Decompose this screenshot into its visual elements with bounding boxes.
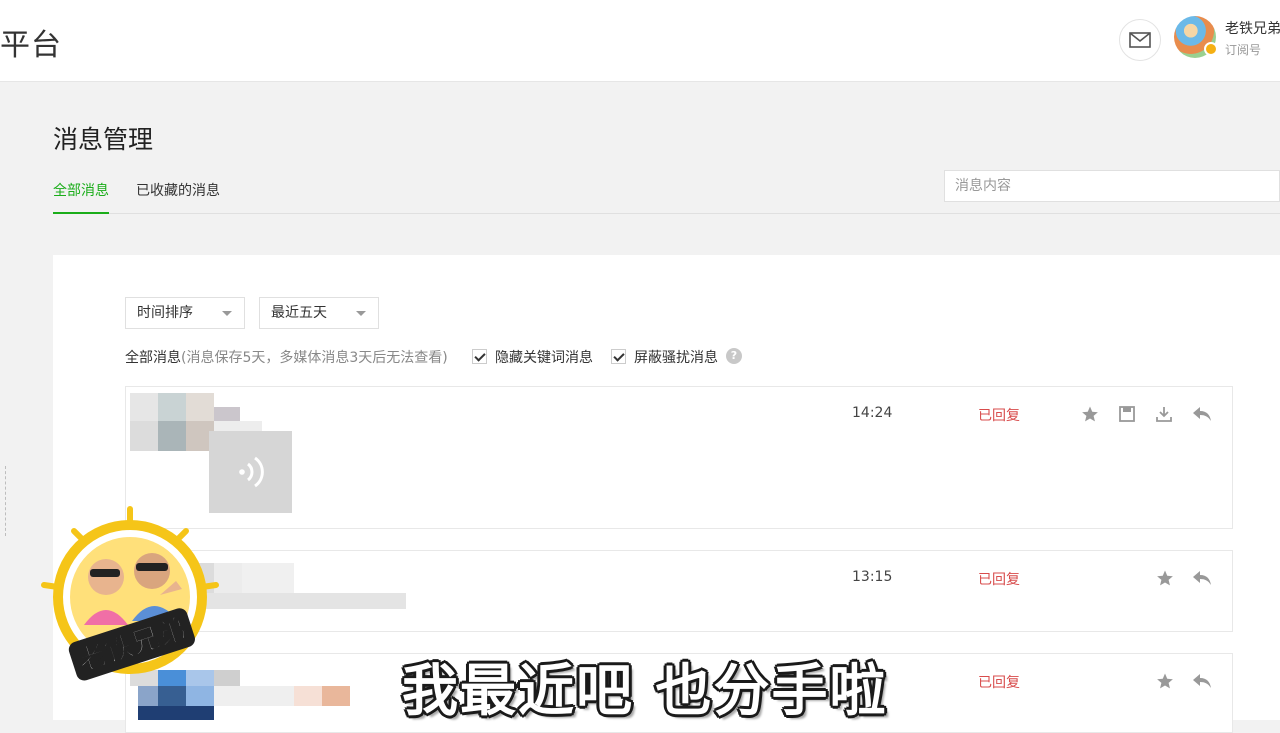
download-button[interactable] xyxy=(1154,404,1174,424)
retention-note: (消息保存5天，多媒体消息3天后无法查看) xyxy=(181,350,448,366)
reply-button[interactable] xyxy=(1192,404,1212,424)
message-search-input[interactable] xyxy=(944,170,1280,202)
reply-status: 已回复 xyxy=(978,408,1020,424)
hide-keyword-label[interactable]: 隐藏关键词消息 xyxy=(495,347,593,367)
reply-status: 已回复 xyxy=(978,675,1020,691)
reply-button[interactable] xyxy=(1192,568,1212,588)
message-time: 14:24 xyxy=(852,405,893,421)
help-icon[interactable]: ? xyxy=(726,348,742,364)
message-row: 14:24 已回复 xyxy=(125,386,1233,529)
account-type: 订阅号 xyxy=(1225,43,1262,57)
hide-keyword-checkbox[interactable] xyxy=(472,349,487,364)
chevron-down-icon xyxy=(222,311,232,316)
video-subtitle: 我最近吧 也分手啦 xyxy=(402,659,888,724)
date-range-select-value: 最近五天 xyxy=(271,305,327,321)
reply-status: 已回复 xyxy=(978,572,1020,588)
star-icon xyxy=(1157,570,1173,586)
date-range-select[interactable]: 最近五天 xyxy=(259,297,379,329)
left-edge-divider xyxy=(0,466,6,536)
message-time: 13:15 xyxy=(852,569,893,585)
block-spam-checkbox[interactable] xyxy=(611,349,626,364)
mail-button[interactable] xyxy=(1119,19,1161,61)
save-button[interactable] xyxy=(1117,404,1137,424)
chevron-down-icon xyxy=(356,311,366,316)
reply-icon xyxy=(1193,674,1211,688)
top-bar: 平台 老铁兄弟 订阅号 xyxy=(0,0,1280,82)
star-button[interactable] xyxy=(1155,671,1175,691)
verified-badge-icon xyxy=(1204,42,1218,56)
mascot-logo-icon: 老铁兄弟 xyxy=(41,506,219,681)
messages-summary: 全部消息(消息保存5天，多媒体消息3天后无法查看) xyxy=(125,347,448,367)
mail-icon xyxy=(1129,32,1151,48)
tab-all-messages[interactable]: 全部消息 xyxy=(53,180,109,214)
tab-starred-messages[interactable]: 已收藏的消息 xyxy=(136,180,220,214)
star-button[interactable] xyxy=(1155,568,1175,588)
page-title: 消息管理 xyxy=(53,125,154,154)
summary-label: 全部消息 xyxy=(125,350,181,366)
platform-title: 平台 xyxy=(0,28,62,63)
star-icon xyxy=(1157,673,1173,689)
sort-select-value: 时间排序 xyxy=(137,305,193,321)
channel-mascot-logo: 老铁兄弟 xyxy=(40,505,220,685)
star-button[interactable] xyxy=(1080,404,1100,424)
account-name[interactable]: 老铁兄弟 xyxy=(1225,18,1280,38)
voice-message[interactable] xyxy=(209,431,292,513)
block-spam-label[interactable]: 屏蔽骚扰消息 xyxy=(634,347,718,367)
reply-icon xyxy=(1193,571,1211,585)
reply-button[interactable] xyxy=(1192,671,1212,691)
download-icon xyxy=(1156,407,1172,422)
message-row: 13:15 已回复 xyxy=(125,550,1233,632)
save-icon xyxy=(1119,406,1135,422)
voice-wave-icon xyxy=(238,456,264,488)
sort-select[interactable]: 时间排序 xyxy=(125,297,245,329)
reply-icon xyxy=(1193,407,1211,421)
star-icon xyxy=(1082,406,1098,422)
